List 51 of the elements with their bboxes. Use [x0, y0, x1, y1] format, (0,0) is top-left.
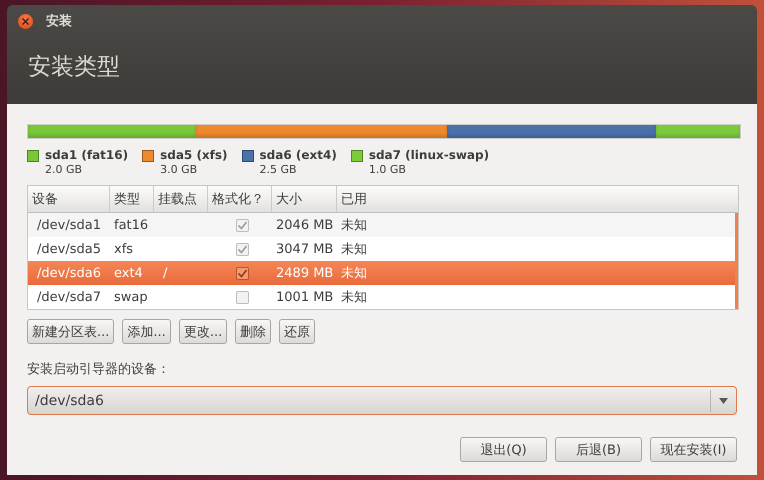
table-button[interactable]: 添加... — [122, 319, 171, 344]
table-button[interactable]: 更改... — [178, 319, 228, 344]
table-cell-text: 未知 — [340, 217, 368, 234]
dropdown-arrow-icon — [719, 398, 728, 404]
format-checkbox[interactable] — [236, 290, 248, 304]
column-header[interactable]: 挂载点 — [154, 186, 208, 212]
partition-name: sda5 (xfs) — [160, 147, 228, 163]
column-header[interactable]: 类型 — [110, 186, 154, 212]
bootloader-label: 安装启动引导器的设备： — [27, 361, 171, 378]
action-button[interactable]: 退出(Q) — [460, 437, 547, 462]
partition-size: 1.0 GB — [368, 163, 407, 177]
table-cell-text: fat16 — [113, 218, 150, 232]
column-header[interactable]: 已用 — [337, 186, 738, 212]
table-cell-text: /dev/sda6 — [36, 266, 102, 280]
table-cell-text: 1001 MB — [275, 290, 334, 304]
table-button[interactable]: 还原 — [279, 319, 316, 344]
partition-size: 2.0 GB — [45, 163, 84, 177]
table-button[interactable]: 删除 — [235, 319, 272, 344]
table-cell-text: 3047 MB — [275, 242, 334, 256]
table-cell-text: 2046 MB — [275, 218, 334, 232]
table-cell-text: ext4 — [113, 266, 144, 280]
table-cell-text: swap — [113, 290, 149, 304]
partition-name: sda1 (fat16) — [45, 147, 128, 163]
column-header[interactable]: 格式化？ — [208, 186, 272, 212]
partition-size: 2.5 GB — [260, 163, 298, 177]
table-button[interactable]: 新建分区表... — [27, 319, 114, 344]
table-cell-text: 2489 MB — [275, 266, 334, 280]
page-heading: 安装类型 — [27, 53, 121, 82]
action-button[interactable]: 后退(B) — [555, 437, 642, 462]
bootloader-dropdown[interactable]: /dev/sda6 — [27, 386, 737, 415]
partition-name: sda7 (linux-swap) — [368, 147, 490, 163]
format-checkbox[interactable] — [236, 242, 248, 256]
table-cell-text: /dev/sda1 — [36, 218, 102, 232]
column-header[interactable]: 大小 — [272, 186, 337, 212]
table-cell-text: xfs — [113, 242, 134, 256]
column-header[interactable]: 设备 — [28, 186, 110, 212]
format-checkbox[interactable] — [236, 266, 248, 280]
partition-size: 3.0 GB — [160, 163, 198, 177]
table-cell-text: 未知 — [340, 241, 368, 258]
table-cell-text: 未知 — [340, 289, 368, 306]
action-button[interactable]: 现在安装(I) — [650, 437, 737, 462]
table-cell-text: /dev/sda5 — [36, 242, 102, 256]
partition-name: sda6 (ext4) — [260, 147, 337, 163]
format-checkbox[interactable] — [236, 218, 248, 232]
table-row[interactable]: /dev/sda1 fat16 2046 MB 未知 — [28, 213, 738, 237]
table-row[interactable]: /dev/sda7 swap 1001 MB 未知 — [28, 285, 738, 309]
table-cell: / — [163, 266, 168, 280]
close-icon[interactable] — [18, 14, 33, 28]
window-title: 安装 — [46, 12, 72, 30]
table-cell-text: /dev/sda7 — [36, 290, 102, 304]
table-cell-text: 未知 — [340, 265, 368, 282]
